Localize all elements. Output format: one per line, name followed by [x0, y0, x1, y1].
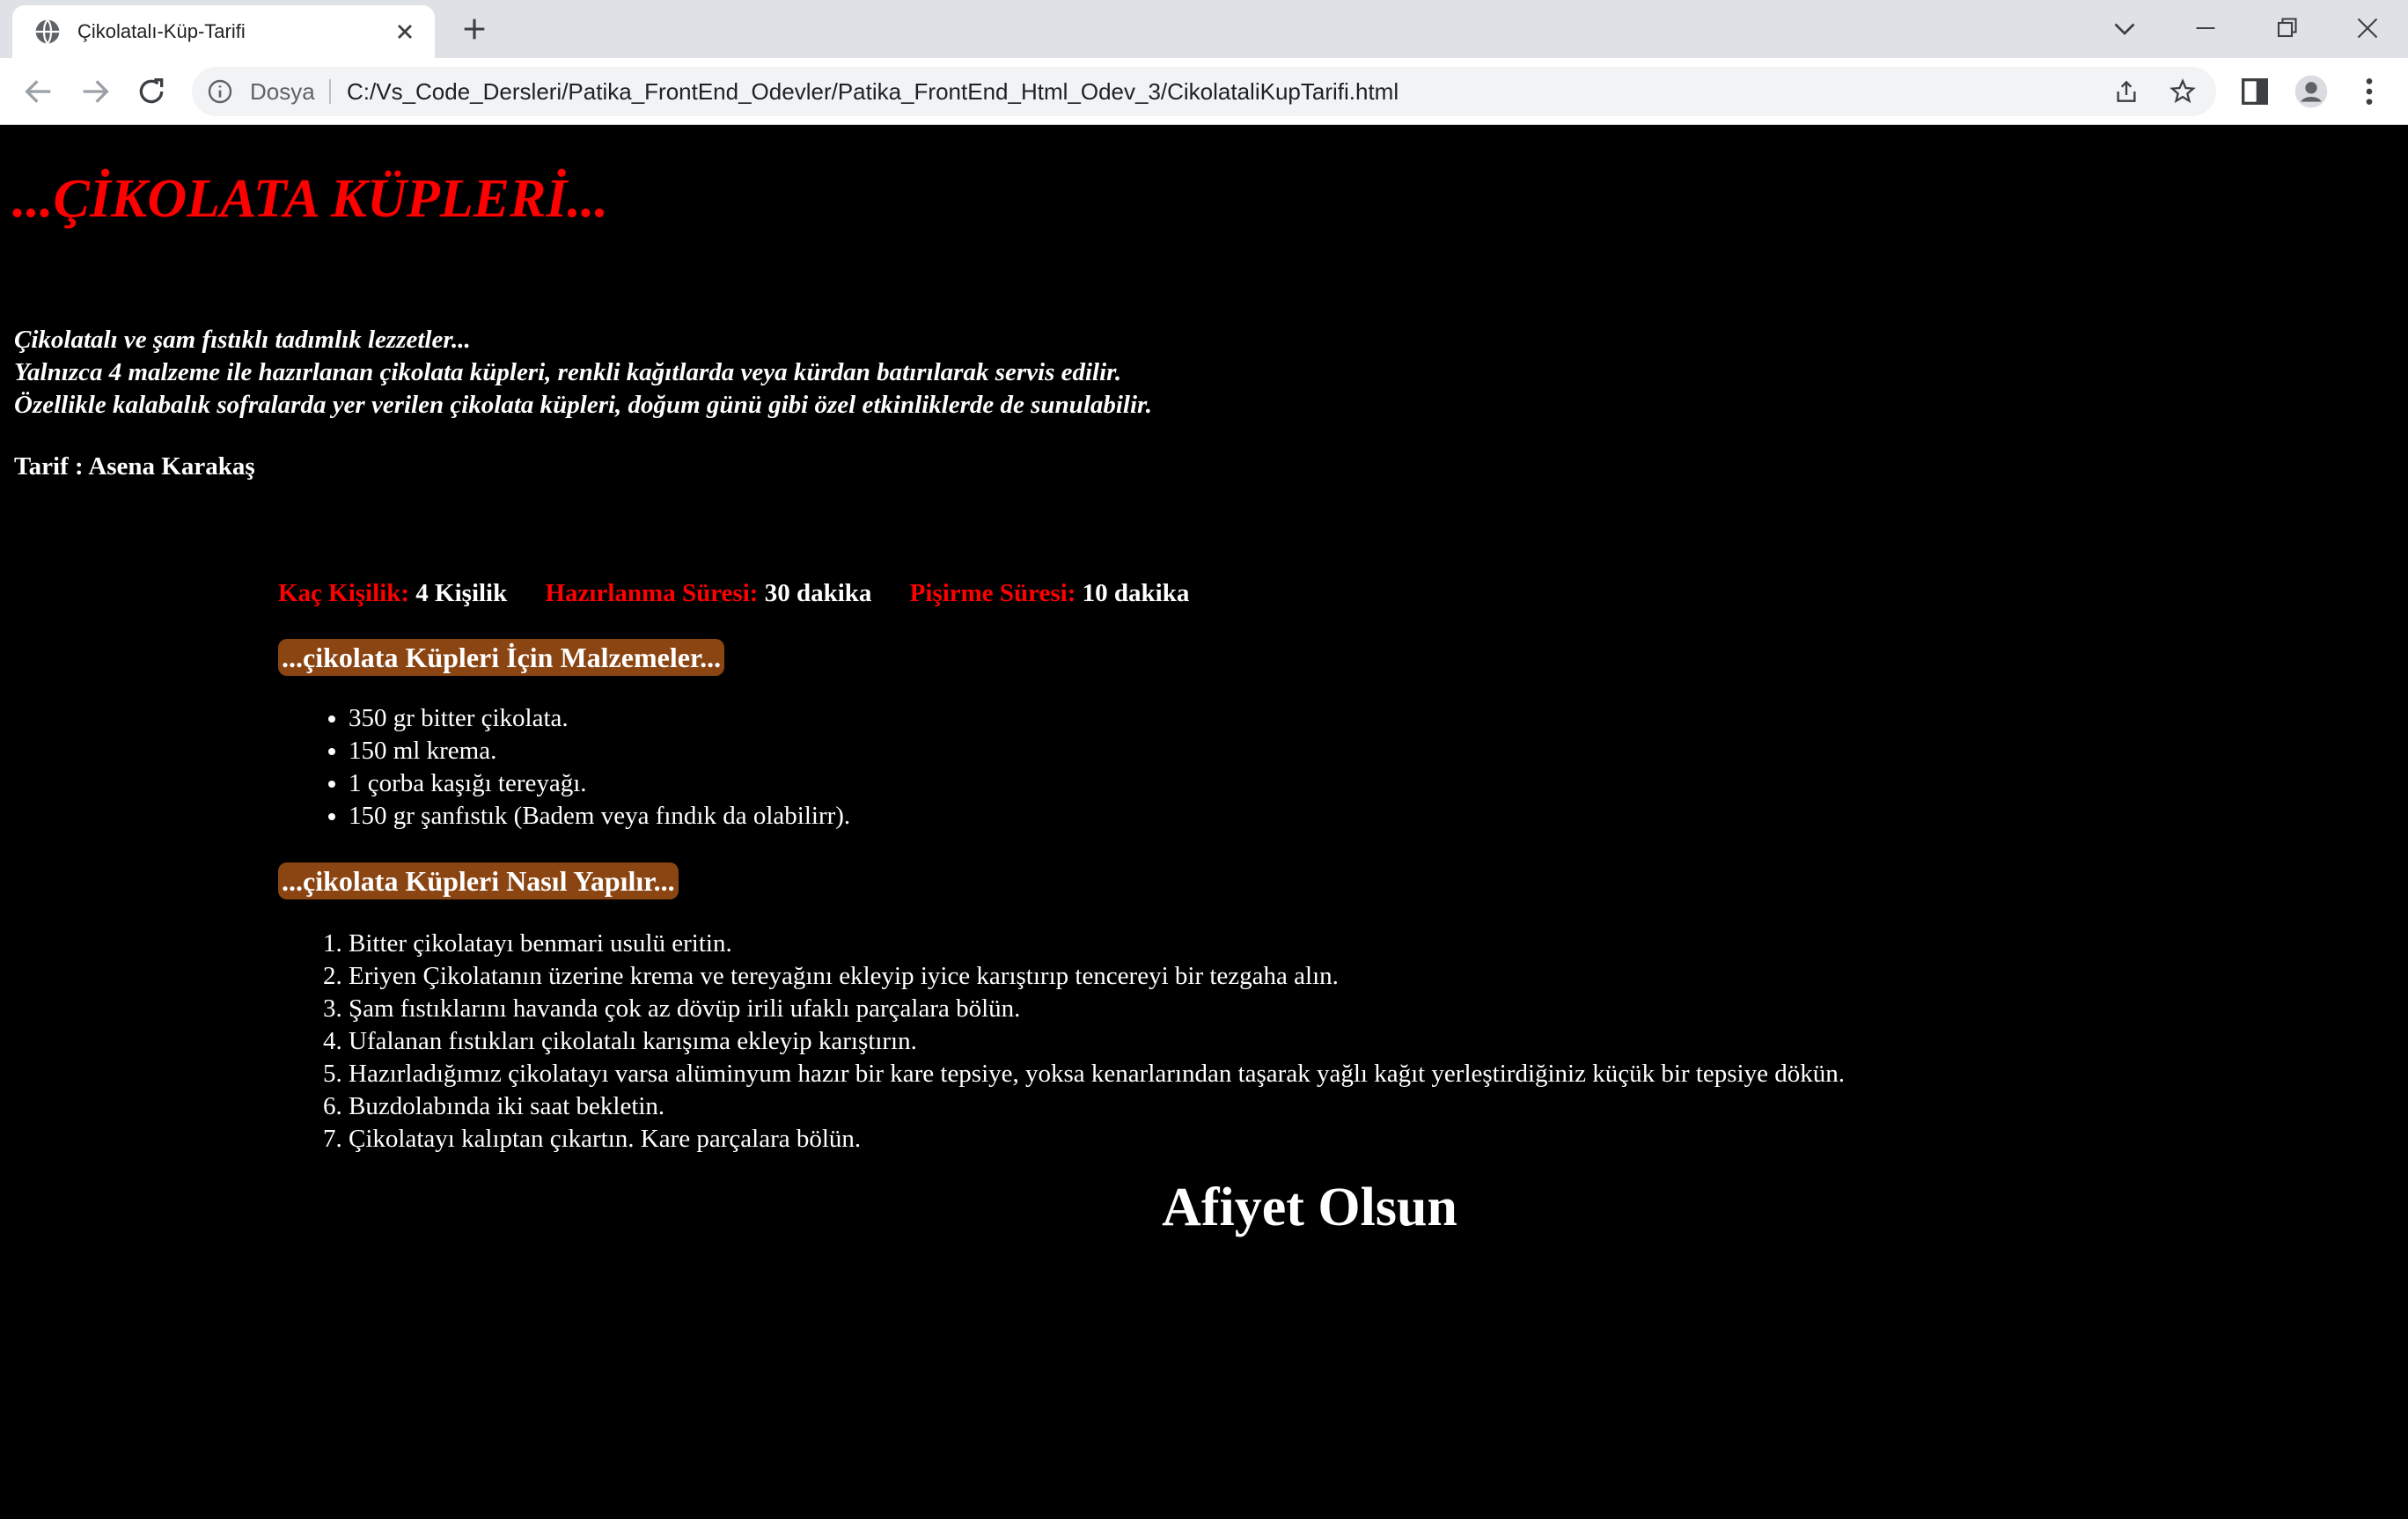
info-icon[interactable] [206, 77, 234, 106]
closing-text: Afiyet Olsun [1162, 1178, 1457, 1237]
list-item: 1 çorba kaşığı tereyağı. [349, 767, 850, 800]
restore-icon[interactable] [2271, 12, 2302, 44]
intro-text: Çikolatalı ve şam fıstıklı tadımlık lezz… [14, 324, 1152, 422]
star-icon[interactable] [2169, 77, 2197, 106]
minimize-icon[interactable] [2190, 12, 2221, 44]
list-item: 350 gr bitter çikolata. [349, 702, 850, 735]
ingredients-heading: ...çikolata Küpleri İçin Malzemeler... [278, 639, 725, 676]
chevron-down-icon[interactable] [2109, 12, 2140, 44]
list-item: Şam fıstıklarını havanda çok az dövüp ir… [349, 993, 1845, 1025]
recipe-author: Tarif : Asena Karakaş [14, 452, 255, 481]
servings-label: Kaç Kişilik: [278, 579, 410, 607]
list-item: Eriyen Çikolatanın üzerine krema ve tere… [349, 960, 1845, 993]
ingredients-list: 350 gr bitter çikolata. 150 ml krema. 1 … [313, 702, 850, 833]
list-item: Bitter çikolatayı benmari usulü eritin. [349, 928, 1845, 960]
page-title: ...ÇİKOLATA KÜPLERİ... [12, 169, 609, 229]
prep-time-label: Hazırlanma Süresi: [545, 579, 759, 607]
intro-line: Çikolatalı ve şam fıstıklı tadımlık lezz… [14, 326, 471, 354]
close-icon[interactable] [393, 19, 417, 44]
window-close-icon[interactable] [2352, 12, 2383, 44]
scheme-label: Dosya [250, 78, 315, 105]
tab-title: Çikolatalı-Küp-Tarifi [77, 20, 246, 42]
prep-time: Hazırlanma Süresi: 30 dakika [546, 576, 872, 611]
servings: Kaç Kişilik: 4 Kişilik [278, 576, 507, 611]
prep-time-value: 30 dakika [764, 579, 872, 607]
intro-line: Yalnızca 4 malzeme ile hazırlanan çikola… [14, 358, 1122, 386]
plus-icon[interactable] [459, 14, 489, 44]
url-text[interactable]: C:/Vs_Code_Dersleri/Patika_FrontEnd_Odev… [347, 67, 1399, 116]
reload-icon[interactable] [134, 74, 169, 109]
globe-icon [35, 18, 60, 45]
address-bar[interactable]: Dosya C:/Vs_Code_Dersleri/Patika_FrontEn… [192, 67, 2216, 116]
tab-strip: Çikolatalı-Küp-Tarifi [0, 0, 2408, 58]
browser-toolbar: Dosya C:/Vs_Code_Dersleri/Patika_FrontEn… [0, 58, 2408, 125]
intro-line: Özellikle kalabalık sofralarda yer veril… [14, 391, 1152, 419]
steps-list: Bitter çikolatayı benmari usulü eritin. … [313, 928, 1845, 1156]
back-arrow-icon[interactable] [21, 74, 56, 109]
list-item: 150 ml krema. [349, 735, 850, 767]
share-icon[interactable] [2112, 77, 2140, 106]
cook-time-label: Pişirme Süresi: [909, 579, 1076, 607]
side-panel-icon[interactable] [2237, 74, 2272, 109]
cook-time-value: 10 dakika [1082, 579, 1190, 607]
kebab-menu-icon[interactable] [2352, 74, 2387, 109]
list-item: Çikolatayı kalıptan çıkartın. Kare parça… [349, 1123, 1845, 1156]
list-item: Hazırladığımız çikolatayı varsa alüminyu… [349, 1058, 1845, 1090]
steps-heading: ...çikolata Küpleri Nasıl Yapılır... [278, 862, 679, 899]
list-item: Buzdolabında iki saat bekletin. [349, 1090, 1845, 1123]
recipe-meta: Kaç Kişilik: 4 Kişilik Hazırlanma Süresi… [278, 576, 1189, 611]
list-item: Ufalanan fıstıkları çikolatalı karışıma … [349, 1025, 1845, 1058]
profile-icon[interactable] [2294, 74, 2329, 109]
page-content: ...ÇİKOLATA KÜPLERİ... Çikolatalı ve şam… [0, 125, 2408, 1519]
browser-tab[interactable]: Çikolatalı-Küp-Tarifi [12, 5, 435, 58]
forward-arrow-icon[interactable] [77, 74, 113, 109]
cook-time: Pişirme Süresi: 10 dakika [910, 576, 1190, 611]
divider [329, 79, 331, 104]
servings-value: 4 Kişilik [415, 579, 508, 607]
list-item: 150 gr şanfıstık (Badem veya fındık da o… [349, 800, 850, 833]
